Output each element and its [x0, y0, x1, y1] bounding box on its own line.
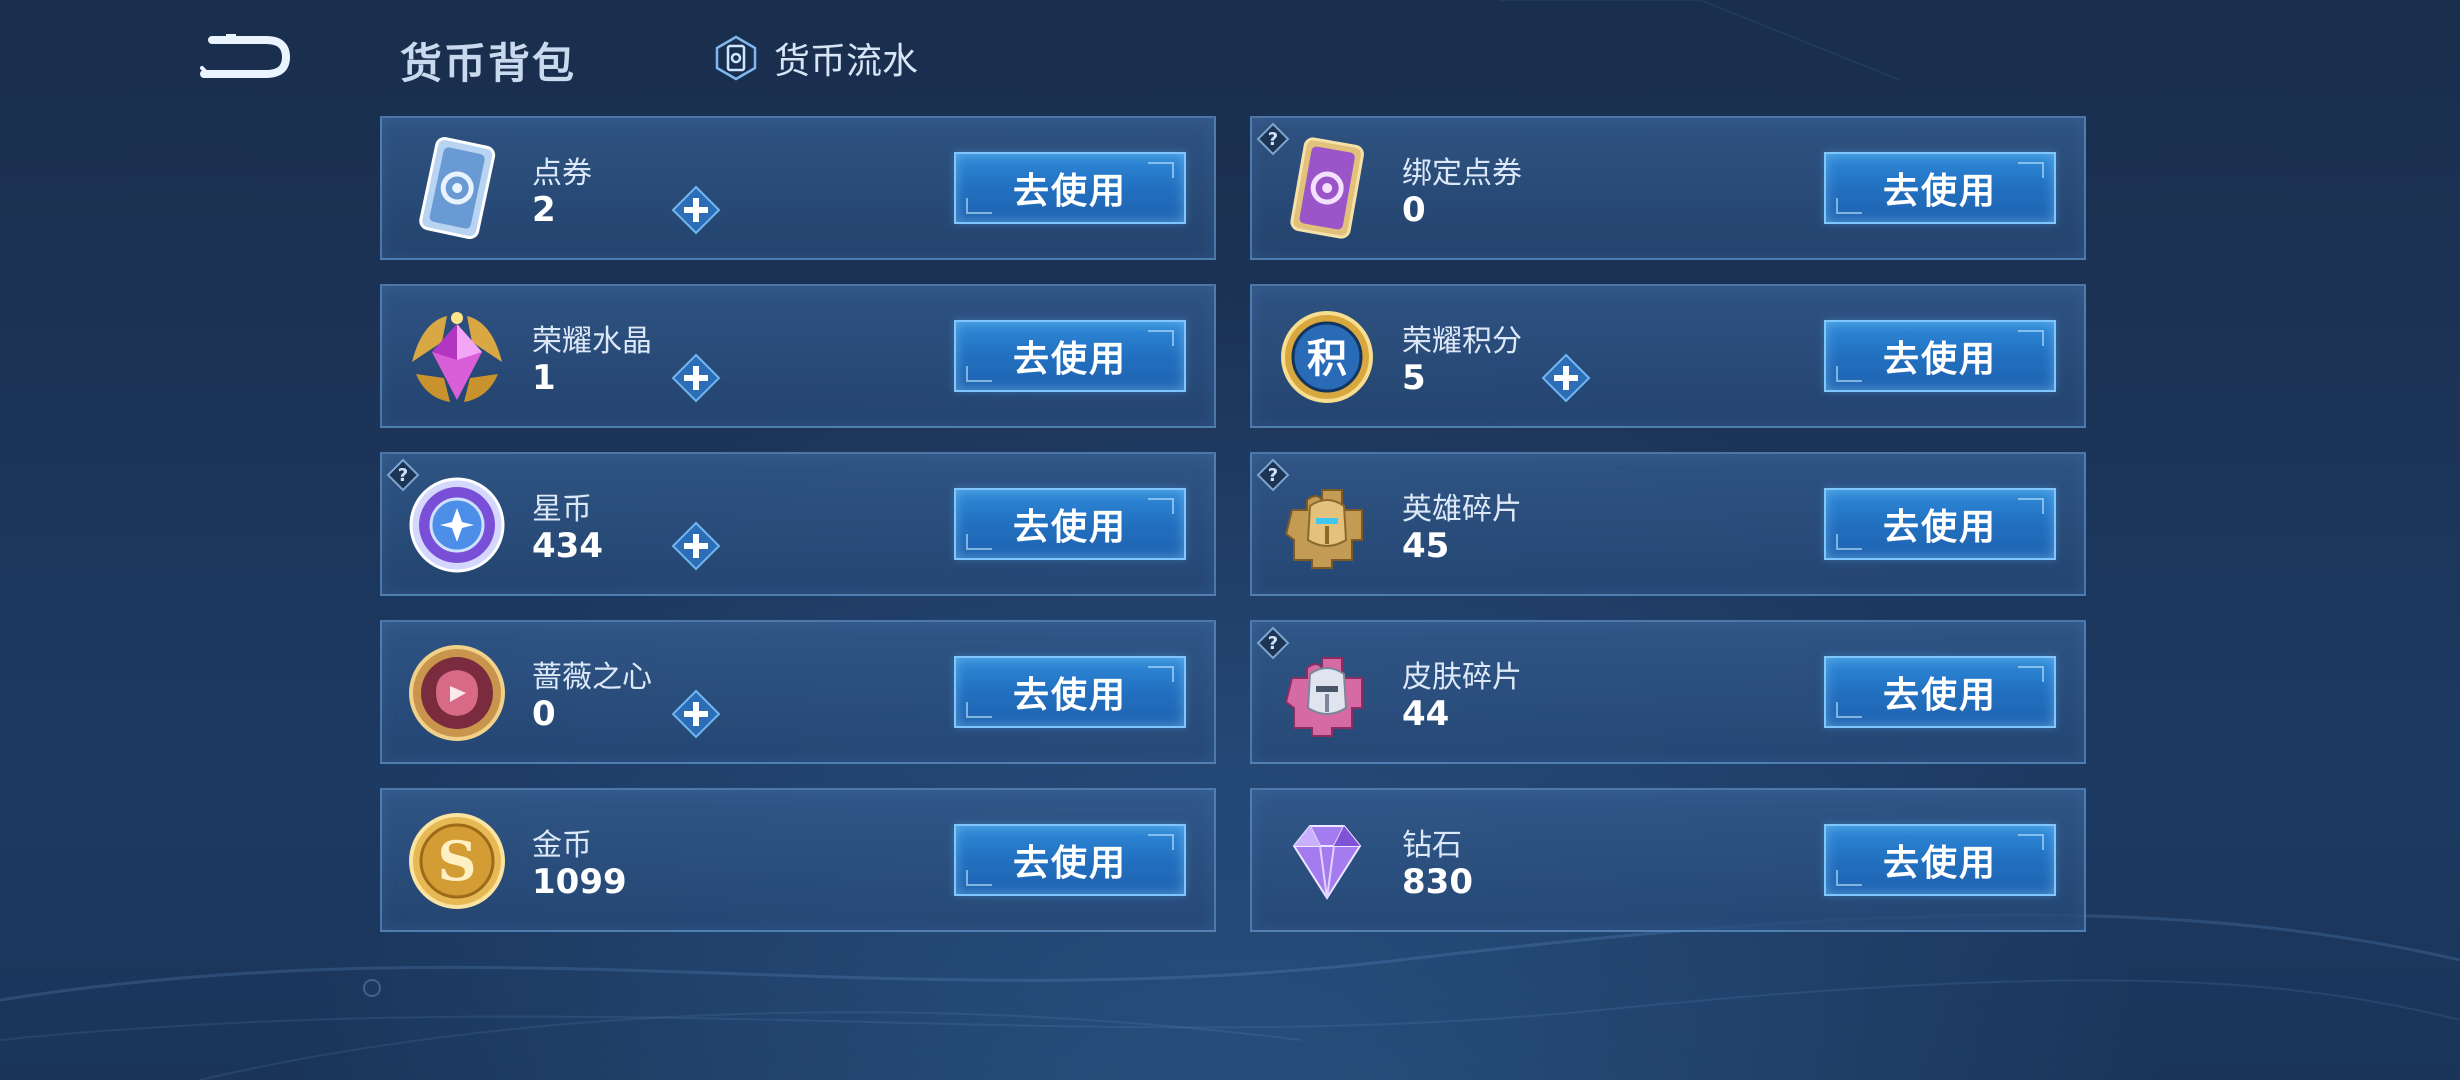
use-button[interactable]: 去使用 — [954, 656, 1186, 728]
currency-card: 荣耀水晶 1 去使用 — [380, 284, 1216, 428]
add-currency-button[interactable] — [670, 688, 722, 740]
use-button[interactable]: 去使用 — [954, 152, 1186, 224]
add-currency-button[interactable] — [670, 520, 722, 572]
plus-icon — [670, 353, 722, 408]
currency-card: 蔷薇之心 0 去使用 — [380, 620, 1216, 764]
currency-name: 荣耀水晶 — [532, 324, 652, 359]
currency-amount: 45 — [1402, 526, 1450, 566]
currency-name: 蔷薇之心 — [532, 660, 652, 695]
help-icon[interactable]: ? — [1256, 458, 1290, 492]
use-button[interactable]: 去使用 — [1824, 824, 2056, 896]
points-icon[interactable]: 积 — [1272, 302, 1382, 412]
flow-icon — [715, 35, 757, 81]
currency-name: 绑定点券 — [1402, 156, 1522, 191]
currency-name: 点券 — [532, 156, 592, 191]
currency-name: 钻石 — [1402, 828, 1462, 863]
currency-amount: 2 — [532, 190, 556, 230]
rose-heart-icon[interactable] — [402, 638, 512, 748]
help-icon[interactable]: ? — [1256, 626, 1290, 660]
currency-name: 英雄碎片 — [1402, 492, 1522, 527]
svg-text:?: ? — [1268, 129, 1278, 150]
diamond-icon[interactable] — [1272, 806, 1382, 916]
help-icon[interactable]: ? — [1256, 122, 1290, 156]
use-button[interactable]: 去使用 — [954, 320, 1186, 392]
currency-amount: 0 — [532, 694, 556, 734]
use-button[interactable]: 去使用 — [954, 488, 1186, 560]
back-button[interactable] — [196, 30, 296, 84]
currency-card: ? 绑定点券 0 去使用 — [1250, 116, 2086, 260]
plus-icon — [670, 521, 722, 576]
currency-name: 荣耀积分 — [1402, 324, 1522, 359]
currency-amount: 434 — [532, 526, 603, 566]
currency-card: ? 英雄碎片 45 去使用 — [1250, 452, 2086, 596]
currency-amount: 0 — [1402, 190, 1426, 230]
use-button[interactable]: 去使用 — [1824, 152, 2056, 224]
currency-card: 积 荣耀积分 5 去使用 — [1250, 284, 2086, 428]
currency-amount: 5 — [1402, 358, 1426, 398]
use-button[interactable]: 去使用 — [1824, 656, 2056, 728]
help-icon[interactable]: ? — [386, 458, 420, 492]
svg-text:?: ? — [1268, 465, 1278, 486]
currency-name: 星币 — [532, 492, 592, 527]
plus-icon — [670, 689, 722, 744]
use-button[interactable]: 去使用 — [954, 824, 1186, 896]
add-currency-button[interactable] — [670, 184, 722, 236]
plus-icon — [1540, 353, 1592, 408]
crystal-icon[interactable] — [402, 302, 512, 412]
currency-name: 金币 — [532, 828, 592, 863]
svg-text:积: 积 — [1307, 336, 1347, 382]
plus-icon — [670, 185, 722, 240]
svg-text:?: ? — [1268, 633, 1278, 654]
currency-grid: 点券 2 去使用 ? 绑定点券 0 去使用 荣耀水晶 1 去使用 积 荣耀积分 … — [380, 116, 2086, 932]
currency-card: 点券 2 去使用 — [380, 116, 1216, 260]
currency-name: 皮肤碎片 — [1402, 660, 1522, 695]
ticket-blue-icon[interactable] — [402, 134, 512, 244]
currency-amount: 44 — [1402, 694, 1450, 734]
currency-amount: 1 — [532, 358, 556, 398]
currency-amount: 1099 — [532, 862, 627, 902]
back-arrow-icon — [200, 34, 291, 78]
gold-coin-icon[interactable]: S — [402, 806, 512, 916]
currency-card: ? 皮肤碎片 44 去使用 — [1250, 620, 2086, 764]
add-currency-button[interactable] — [670, 352, 722, 404]
currency-card: S 金币 1099 去使用 — [380, 788, 1216, 932]
tab-currency-flow[interactable]: 货币流水 — [712, 34, 918, 82]
currency-amount: 830 — [1402, 862, 1473, 902]
use-button[interactable]: 去使用 — [1824, 488, 2056, 560]
use-button[interactable]: 去使用 — [1824, 320, 2056, 392]
add-currency-button[interactable] — [1540, 352, 1592, 404]
currency-card: 钻石 830 去使用 — [1250, 788, 2086, 932]
currency-card: ? 星币 434 去使用 — [380, 452, 1216, 596]
tab-currency-flow-label: 货币流水 — [774, 41, 919, 82]
svg-text:?: ? — [398, 465, 408, 486]
page-title: 货币背包 — [400, 39, 577, 88]
svg-text:S: S — [438, 829, 477, 893]
